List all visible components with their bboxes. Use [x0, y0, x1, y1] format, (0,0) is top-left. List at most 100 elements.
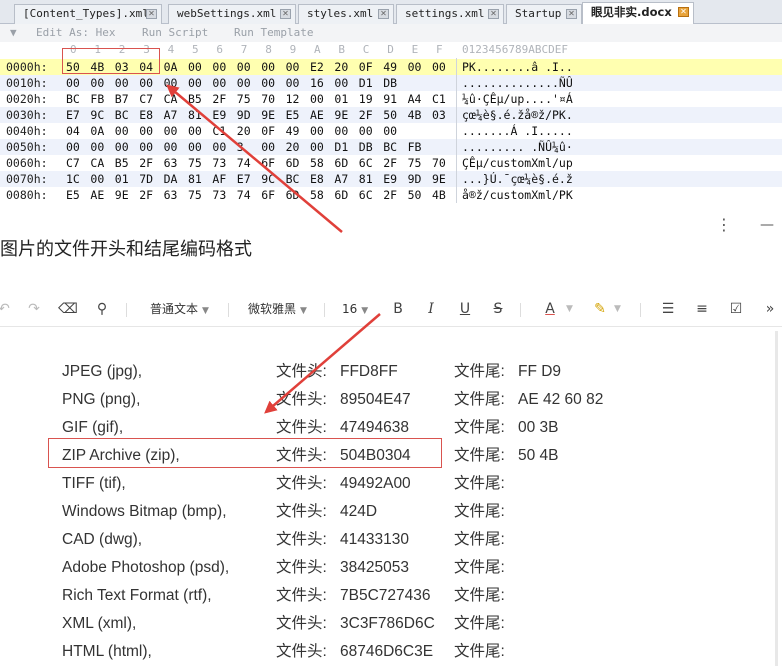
- hex-byte[interactable]: 00: [164, 139, 186, 155]
- document-scrollbar[interactable]: [775, 331, 778, 666]
- hex-byte[interactable]: 00: [310, 123, 332, 139]
- hex-byte[interactable]: C1: [212, 123, 234, 139]
- hex-byte[interactable]: 81: [188, 107, 210, 123]
- hex-byte[interactable]: C1: [432, 91, 454, 107]
- hex-byte[interactable]: 4B: [432, 187, 454, 203]
- hex-byte[interactable]: 9D: [408, 171, 430, 187]
- hex-byte[interactable]: E9: [383, 171, 405, 187]
- hex-row[interactable]: 0020h: BC FB B7 C7 CA B5 2F 75 70 12 00 01 19 91 A4 C1 ¼û…: [0, 91, 782, 107]
- hex-row[interactable]: 0030h: E7 9C BC E8 A7 81 E9 9D 9E E5 AE 9E 2F 50 4B 03 çœ…: [0, 107, 782, 123]
- hex-byte[interactable]: 00: [188, 59, 210, 75]
- hex-byte[interactable]: 70: [432, 155, 454, 171]
- chevron-down-icon[interactable]: ▼: [566, 299, 573, 319]
- run-script-menu[interactable]: Run Script: [142, 24, 208, 42]
- hex-byte[interactable]: 75: [237, 91, 259, 107]
- hex-byte[interactable]: 00: [432, 59, 454, 75]
- hex-byte[interactable]: 04: [66, 123, 88, 139]
- hex-byte[interactable]: C7: [139, 91, 161, 107]
- hex-byte[interactable]: 00: [212, 59, 234, 75]
- hex-byte[interactable]: BC: [115, 107, 137, 123]
- hex-byte[interactable]: 0A: [90, 123, 112, 139]
- hex-row[interactable]: 0080h: E5 AE 9E 2F 63 75 73 74 6F 6D 58 6D 6C 2F 50 4B å®…: [0, 187, 782, 203]
- close-icon[interactable]: ✕: [280, 9, 291, 19]
- hex-byte[interactable]: 91: [383, 91, 405, 107]
- hex-byte[interactable]: C7: [66, 155, 88, 171]
- bullet-list-icon[interactable]: ☰: [658, 299, 678, 319]
- hex-byte[interactable]: 2F: [139, 187, 161, 203]
- hex-row-ascii[interactable]: å®ž/customXml/PK: [462, 187, 573, 203]
- hex-byte[interactable]: 74: [237, 187, 259, 203]
- hex-row-ascii[interactable]: ......... .ÑÛ¼û·: [462, 139, 573, 155]
- hex-byte[interactable]: 00: [237, 59, 259, 75]
- numbered-list-icon[interactable]: ≡: [692, 299, 712, 319]
- hex-byte[interactable]: 4B: [408, 107, 430, 123]
- hex-byte[interactable]: 9D: [237, 107, 259, 123]
- hex-byte[interactable]: B7: [115, 91, 137, 107]
- strikethrough-button[interactable]: S: [488, 299, 508, 319]
- edit-as-menu[interactable]: Edit As: Hex: [36, 24, 115, 42]
- hex-byte[interactable]: FB: [90, 91, 112, 107]
- hex-byte[interactable]: 49: [383, 59, 405, 75]
- hex-byte[interactable]: BC: [286, 171, 308, 187]
- hex-byte[interactable]: AF: [212, 171, 234, 187]
- hex-byte[interactable]: 9E: [115, 187, 137, 203]
- hex-byte[interactable]: 73: [212, 187, 234, 203]
- hex-byte[interactable]: 00: [164, 75, 186, 91]
- hex-byte[interactable]: 9E: [261, 107, 283, 123]
- hex-byte[interactable]: 2F: [383, 187, 405, 203]
- hex-byte[interactable]: 50: [408, 187, 430, 203]
- hex-row[interactable]: 0010h: 00 00 00 00 00 00 00 00 00 00 16 00 D1 DB......…: [0, 75, 782, 91]
- hex-byte[interactable]: 9E: [334, 107, 356, 123]
- hex-byte[interactable]: B5: [115, 155, 137, 171]
- close-icon[interactable]: ✕: [678, 7, 689, 17]
- hex-byte[interactable]: E7: [66, 107, 88, 123]
- hex-byte[interactable]: DB: [383, 75, 405, 91]
- hex-byte[interactable]: 3: [237, 139, 259, 155]
- collapse-icon[interactable]: —: [760, 215, 776, 235]
- hex-row-ascii[interactable]: çœ¼è§.é.žå®ž/PK.: [462, 107, 573, 123]
- hex-byte[interactable]: 0F: [261, 123, 283, 139]
- hex-row-ascii[interactable]: ÇÊµ/customXml/up: [462, 155, 573, 171]
- hex-byte[interactable]: 81: [188, 171, 210, 187]
- close-icon[interactable]: ✕: [488, 9, 499, 19]
- hex-byte[interactable]: 00: [164, 123, 186, 139]
- close-icon[interactable]: ✕: [566, 9, 577, 19]
- hex-byte[interactable]: 16: [310, 75, 332, 91]
- hex-byte[interactable]: 00: [66, 75, 88, 91]
- close-icon[interactable]: ✕: [146, 9, 157, 19]
- hex-byte[interactable]: 6D: [334, 155, 356, 171]
- hex-byte[interactable]: AE: [310, 107, 332, 123]
- hex-byte[interactable]: 1C: [66, 171, 88, 187]
- hex-byte[interactable]: 75: [408, 155, 430, 171]
- hex-byte[interactable]: 73: [212, 155, 234, 171]
- hex-byte[interactable]: 00: [261, 59, 283, 75]
- hex-byte[interactable]: 75: [188, 155, 210, 171]
- hex-byte[interactable]: A7: [164, 107, 186, 123]
- hex-byte[interactable]: 00: [310, 91, 332, 107]
- undo-icon[interactable]: ↶: [0, 299, 14, 319]
- hex-byte[interactable]: 58: [310, 187, 332, 203]
- hex-byte[interactable]: 0A: [164, 59, 186, 75]
- hex-byte[interactable]: 00: [188, 75, 210, 91]
- redo-icon[interactable]: ↷: [24, 299, 44, 319]
- hex-byte[interactable]: D1: [359, 75, 381, 91]
- hex-byte[interactable]: 63: [164, 155, 186, 171]
- hex-byte[interactable]: 81: [359, 171, 381, 187]
- hex-byte[interactable]: 00: [66, 139, 88, 155]
- eraser-icon[interactable]: ⌫: [58, 299, 78, 319]
- hex-byte[interactable]: B5: [188, 91, 210, 107]
- hex-byte[interactable]: 00: [139, 139, 161, 155]
- hex-byte[interactable]: 00: [261, 75, 283, 91]
- hex-byte[interactable]: 00: [139, 75, 161, 91]
- hex-byte[interactable]: 20: [334, 59, 356, 75]
- tab-content-types[interactable]: [Content_Types].xml ✕: [14, 4, 162, 24]
- hex-byte[interactable]: 00: [261, 139, 283, 155]
- hex-byte[interactable]: 7D: [139, 171, 161, 187]
- italic-button[interactable]: I: [421, 299, 441, 319]
- tab-docx-active[interactable]: 眼见非实.docx ✕: [582, 2, 694, 25]
- hex-byte[interactable]: A4: [408, 91, 430, 107]
- hex-byte[interactable]: 58: [310, 155, 332, 171]
- hex-byte[interactable]: 0F: [359, 59, 381, 75]
- hex-byte[interactable]: 00: [139, 123, 161, 139]
- run-template-menu[interactable]: Run Template: [234, 24, 313, 42]
